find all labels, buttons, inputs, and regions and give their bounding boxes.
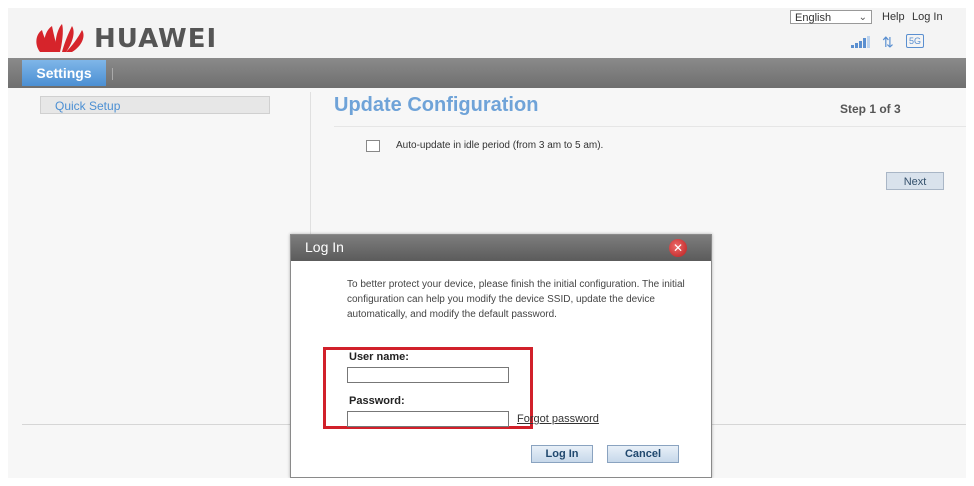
password-label: Password: [349,395,405,407]
sidebar-item-quick-setup[interactable]: Quick Setup [40,96,270,114]
browser-page: HUAWEI English ⌄ Help Log In ⇅ 5G Settin… [8,8,966,478]
logo-text: HUAWEI [94,24,218,54]
step-indicator: Step 1 of 3 [840,102,901,116]
up-down-arrows-icon: ⇅ [882,34,894,50]
dialog-header: Log In ✕ [291,235,711,261]
login-dialog: Log In ✕ To better protect your device, … [290,234,712,478]
page-title: Update Configuration [334,94,539,116]
network-badge: 5G [906,34,925,48]
password-input[interactable] [347,411,509,427]
nav-divider [112,68,113,80]
huawei-logo: HUAWEI [32,22,217,56]
title-divider [334,126,966,127]
signal-bars-icon [851,36,870,48]
language-selected: English [795,12,832,24]
dialog-title: Log In [305,239,344,255]
language-select[interactable]: English ⌄ [790,10,872,24]
tab-settings[interactable]: Settings [22,60,106,86]
help-link[interactable]: Help [882,11,905,23]
login-link[interactable]: Log In [912,11,943,23]
auto-update-checkbox[interactable] [366,140,380,152]
close-icon[interactable]: ✕ [669,239,687,257]
username-input[interactable] [347,367,509,383]
huawei-flower-icon [36,24,84,52]
username-label: User name: [349,351,409,363]
cancel-button[interactable]: Cancel [607,445,679,463]
login-button[interactable]: Log In [531,445,593,463]
chevron-down-icon: ⌄ [858,12,867,23]
forgot-password-link[interactable]: Forgot password [517,413,599,425]
auto-update-label: Auto-update in idle period (from 3 am to… [396,140,604,151]
dialog-message: To better protect your device, please fi… [347,279,685,320]
header: HUAWEI English ⌄ Help Log In ⇅ 5G [8,8,966,58]
next-button[interactable]: Next [886,172,944,190]
nav-bar [8,58,966,88]
